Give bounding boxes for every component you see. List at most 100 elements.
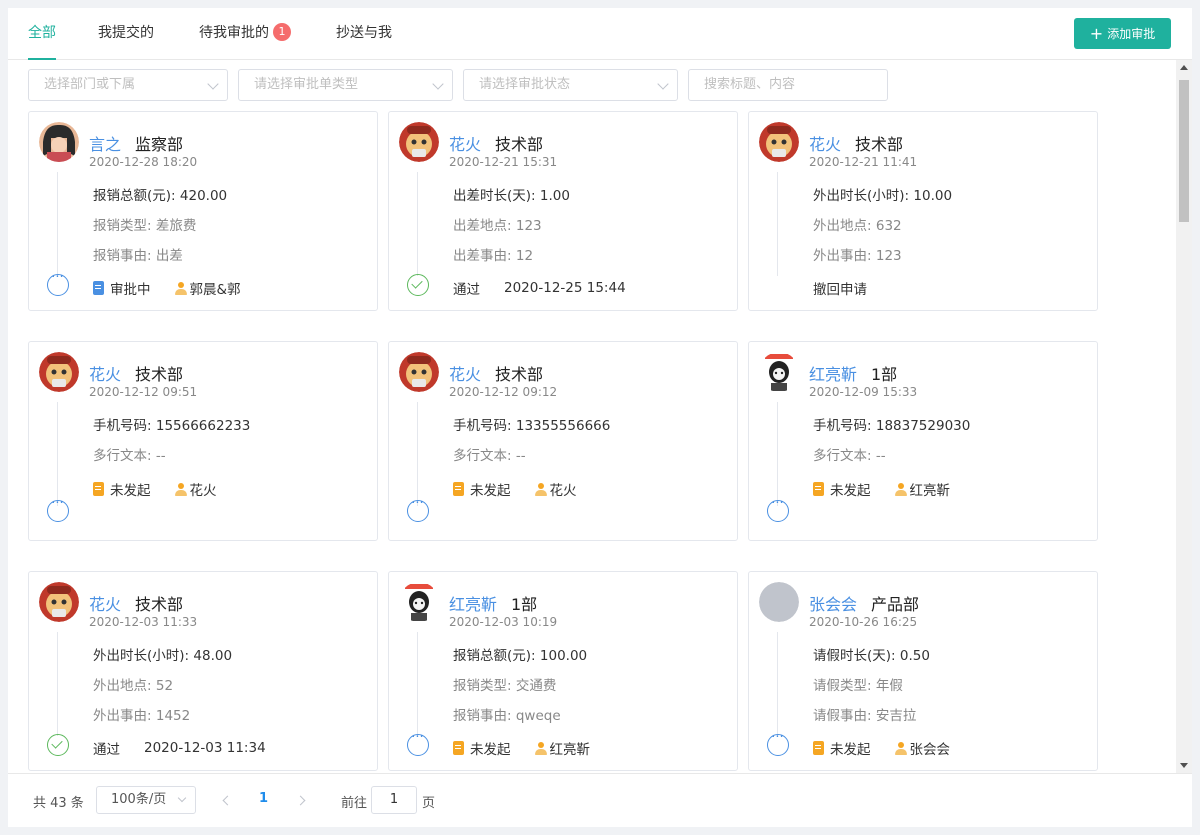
more-icon[interactable] [767,496,789,522]
goto-page-input[interactable]: 1 [371,786,417,814]
applicant-name[interactable]: 花火 [449,131,481,155]
approver-name: 花火 [549,483,577,499]
avatar [39,122,79,162]
scroll-up-arrow-icon[interactable] [1180,65,1188,70]
applicant-name[interactable]: 张会会 [809,591,857,615]
approval-state: 未发起 [470,483,511,499]
document-icon [453,482,464,496]
department-select[interactable]: 选择部门或下属 [28,69,228,101]
approval-card[interactable]: 花火 技术部 2020-12-21 11:41 外出时长(小时): 10.00 外出地点… [748,111,1098,311]
field-label: 报销事由: [453,708,512,724]
field-value: 632 [875,218,902,234]
more-icon[interactable] [407,496,429,522]
prev-page-icon[interactable] [222,795,233,806]
approval-card[interactable]: 言之 监察部 2020-12-28 18:20 报销总额(元): 420.00 报销类型… [28,111,378,311]
more-icon[interactable] [407,730,429,756]
approval-card[interactable]: 花火 技术部 2020-12-12 09:12 手机号码: 13355556666 多行… [388,341,738,541]
department-name: 技术部 [495,135,544,154]
approval-card[interactable]: 张会会 产品部 2020-10-26 16:25 请假时长(天): 0.50 请假类型:… [748,571,1098,771]
vertical-scrollbar[interactable] [1176,60,1192,773]
field-value: -- [515,448,526,464]
tab-all[interactable]: 全部 [28,22,56,60]
document-icon [93,281,104,295]
field-value: 安吉拉 [875,708,917,724]
approval-card[interactable]: 花火 技术部 2020-12-12 09:51 手机号码: 15566662233 多行… [28,341,378,541]
field-row: 请假类型: 年假 [813,674,903,694]
scroll-down-arrow-icon[interactable] [1180,763,1188,768]
department-placeholder: 选择部门或下属 [44,77,136,92]
applicant-name[interactable]: 红亮靳 [809,361,857,385]
field-value: 52 [155,678,174,694]
field-value: 年假 [875,678,903,694]
timeline-line [57,172,58,276]
tab-cc-me[interactable]: 抄送与我 [336,22,392,60]
department-name: 技术部 [135,365,184,384]
field-row: 多行文本: -- [93,444,166,464]
applicant-name[interactable]: 花火 [89,361,121,385]
field-label: 外出时长(小时): [93,648,190,664]
submit-date: 2020-12-12 09:51 [89,385,198,399]
tab-cc-label: 抄送与我 [336,25,392,41]
field-label: 报销总额(元): [93,188,176,204]
approval-state: 审批中 [110,282,151,298]
next-page-icon[interactable] [295,795,306,806]
field-label: 手机号码: [93,418,152,434]
field-row: 报销事由: 出差 [93,244,183,264]
page-size-select[interactable]: 100条/页 [96,786,196,814]
approval-status-select[interactable]: 请选择审批状态 [463,69,678,101]
field-label: 多行文本: [813,448,872,464]
field-value: 12 [515,248,534,264]
approval-panel: 全部 我提交的 待我审批的 1 抄送与我 + 添加审批 选择部门或下属 请选择审批… [8,8,1192,827]
page-size-value: 100条/页 [111,792,167,807]
submit-date: 2020-12-12 09:12 [449,385,558,399]
submit-date: 2020-12-03 11:33 [89,615,198,629]
more-icon[interactable] [47,270,69,296]
plus-icon: + [1089,23,1104,43]
tab-pending-my-approval[interactable]: 待我审批的 1 [199,22,291,60]
approval-type-select[interactable]: 请选择审批单类型 [238,69,453,101]
search-input[interactable]: 搜索标题、内容 [688,69,888,101]
more-icon[interactable] [767,730,789,756]
field-row: 外出时长(小时): 48.00 [93,644,232,664]
applicant-name[interactable]: 花火 [89,591,121,615]
field-label: 外出地点: [813,218,872,234]
field-label: 手机号码: [813,418,872,434]
field-label: 报销总额(元): [453,648,536,664]
approval-card[interactable]: 红亮靳 1部 2020-12-03 10:19 报销总额(元): 100.00 报销类型… [388,571,738,771]
applicant-name[interactable]: 红亮靳 [449,591,497,615]
avatar [39,352,79,392]
document-icon [93,482,104,496]
field-value: 13355556666 [515,418,611,434]
department-name: 技术部 [495,365,544,384]
applicant-name[interactable]: 花火 [809,131,841,155]
field-value: 10.00 [913,188,953,204]
tab-all-label: 全部 [28,25,56,41]
add-approval-button[interactable]: + 添加审批 [1074,18,1171,49]
submit-date: 2020-12-03 10:19 [449,615,558,629]
scroll-thumb[interactable] [1179,80,1189,222]
page-number-current[interactable]: 1 [259,791,268,806]
field-row: 报销总额(元): 420.00 [93,184,227,204]
submit-date: 2020-12-21 15:31 [449,155,558,169]
field-label: 外出时长(小时): [813,188,910,204]
applicant-name[interactable]: 言之 [89,131,121,155]
more-icon[interactable] [47,496,69,522]
department-name: 技术部 [855,135,904,154]
tab-submitted[interactable]: 我提交的 [98,22,154,60]
approval-card[interactable]: 花火 技术部 2020-12-21 15:31 出差时长(天): 1.00 出差地点: … [388,111,738,311]
applicant-name[interactable]: 花火 [449,361,481,385]
document-icon [453,741,464,755]
avatar [399,122,439,162]
approval-time: 2020-12-03 11:34 [144,740,266,756]
field-label: 请假类型: [813,678,872,694]
field-value: 1452 [155,708,191,724]
approval-card[interactable]: 红亮靳 1部 2020-12-09 15:33 手机号码: 18837529030 多行… [748,341,1098,541]
field-label: 请假时长(天): [813,648,896,664]
page-unit-label: 页 [422,796,436,811]
approval-card[interactable]: 花火 技术部 2020-12-03 11:33 外出时长(小时): 48.00 外出地点… [28,571,378,771]
field-label: 外出事由: [813,248,872,264]
chevron-down-icon [207,78,219,90]
field-label: 手机号码: [453,418,512,434]
card-footer: 未发起 红亮靳 [813,479,950,499]
user-icon [534,482,547,496]
